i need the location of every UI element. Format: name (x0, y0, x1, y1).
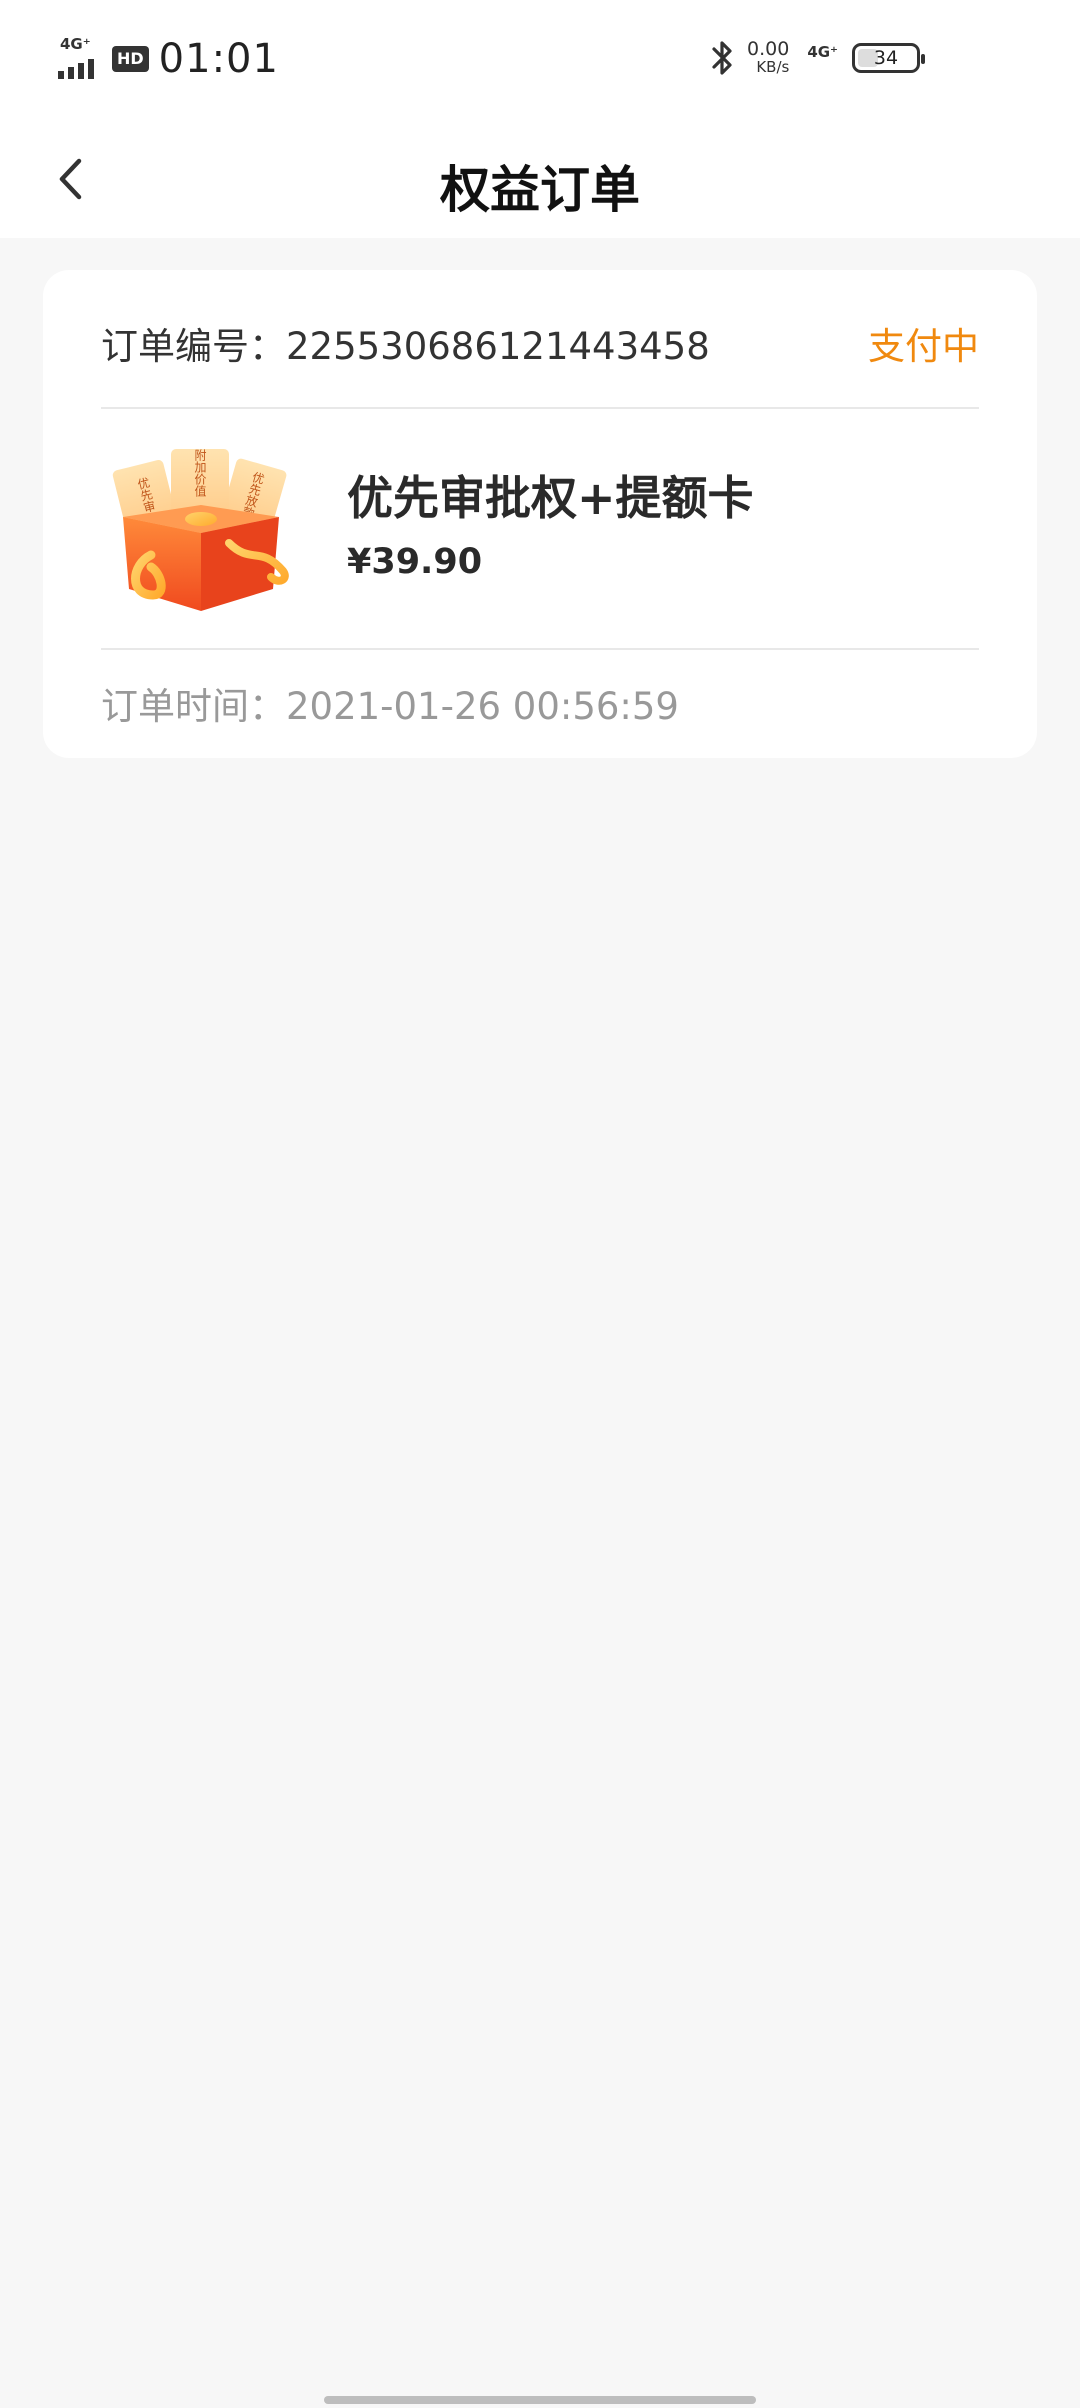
order-status: 支付中 (868, 325, 979, 368)
order-header: 订单编号：225530686121443458 支付中 (101, 318, 979, 368)
product-name: 优先审批权+提额卡 (347, 471, 754, 525)
divider (101, 407, 979, 409)
status-right: 0.00 KB/s 4G⁺ 34 (705, 38, 925, 78)
nav-bar: 权益订单 (0, 120, 1080, 238)
speed-value: 0.00 (747, 38, 790, 60)
battery-level: 34 (873, 47, 899, 69)
status-time: 01:01 (158, 36, 279, 82)
order-time: 订单时间：2021-01-26 00:56:59 (101, 685, 679, 728)
hd-badge: HD (112, 46, 149, 72)
battery-icon: 34 (851, 43, 925, 73)
page-title: 权益订单 (440, 161, 640, 219)
product-price: ¥39.90 (347, 542, 483, 582)
signal-icon: 4G⁺ (58, 35, 104, 79)
order-card[interactable]: 订单编号：225530686121443458 支付中 附加价值 优先审 优先放… (43, 270, 1037, 758)
gift-box-icon: 附加价值 优先审 优先放款 (112, 449, 289, 611)
card-center-text: 附加价值 (193, 449, 207, 498)
home-indicator[interactable] (324, 2396, 756, 2404)
network-type-2: 4G⁺ (807, 43, 838, 61)
bluetooth-icon (712, 41, 732, 75)
order-number: 订单编号：225530686121443458 (101, 325, 710, 368)
divider (101, 648, 979, 650)
status-left: 4G⁺ HD 01:01 (58, 35, 279, 82)
speed-unit: KB/s (756, 58, 790, 76)
network-speed: 0.00 KB/s (747, 38, 790, 77)
status-bar: 4G⁺ HD 01:01 0.00 KB/s 4G⁺ 34 (0, 0, 1080, 120)
network-type: 4G⁺ (60, 35, 91, 53)
